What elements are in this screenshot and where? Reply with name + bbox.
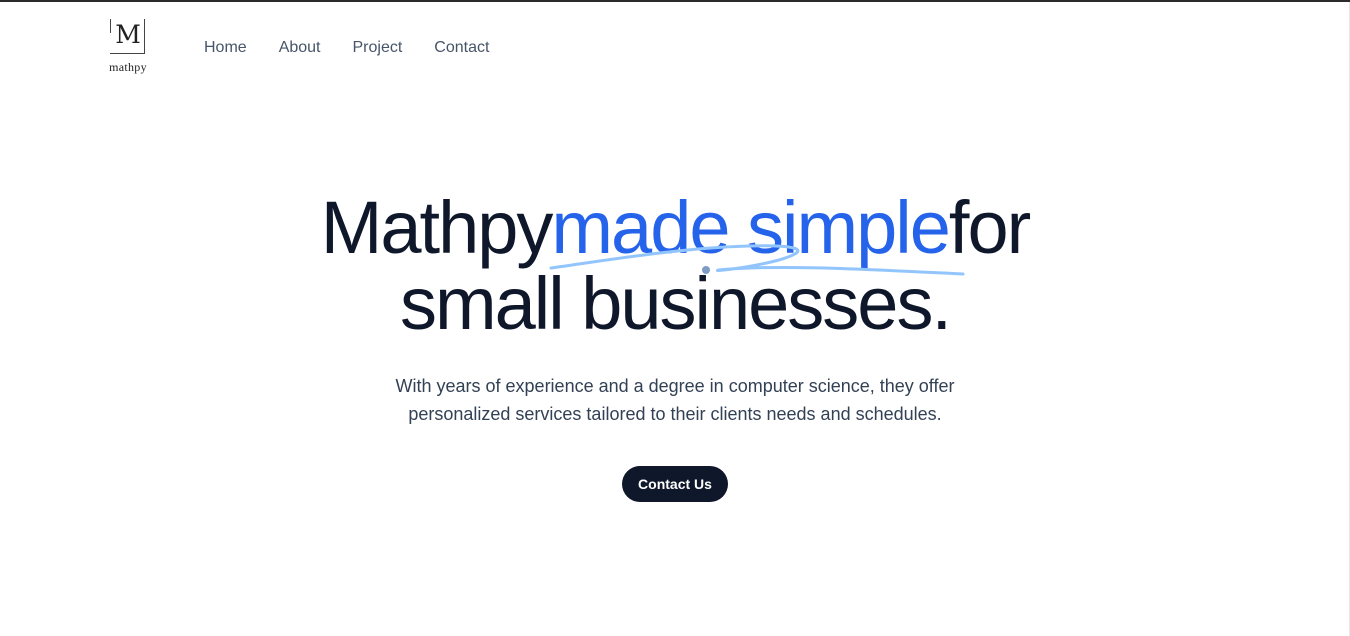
nav-contact[interactable]: Contact	[418, 32, 505, 64]
site-header: M mathpy Home About Project Contact	[0, 2, 1350, 92]
logo-wordmark: mathpy	[109, 60, 147, 74]
page: M mathpy Home About Project Contact Math…	[0, 0, 1350, 636]
nav-home[interactable]: Home	[188, 32, 263, 64]
headline-accent: made simple	[551, 186, 951, 269]
nav-project[interactable]: Project	[337, 32, 419, 64]
headline-brand: Mathpy	[320, 186, 554, 269]
nav-about[interactable]: About	[263, 32, 337, 64]
subtext-line-2: personalized services tailored to their …	[408, 404, 942, 424]
main-nav: Home About Project Contact	[188, 32, 505, 64]
headline-accent-wrap: made simple	[549, 190, 965, 276]
hero-headline: Mathpy made simplefor small businesses.	[0, 190, 1350, 342]
headline-line2: small businesses.	[399, 262, 952, 345]
subtext-line-1: With years of experience and a degree in…	[395, 376, 955, 396]
logo-letter: M	[115, 20, 141, 49]
headline-end: for	[948, 186, 1031, 269]
hero-section: Mathpy made simplefor small businesses. …	[0, 190, 1350, 502]
contact-us-button[interactable]: Contact Us	[622, 466, 728, 502]
hero-subtext: With years of experience and a degree in…	[375, 372, 975, 428]
logo[interactable]: M mathpy	[104, 16, 152, 80]
